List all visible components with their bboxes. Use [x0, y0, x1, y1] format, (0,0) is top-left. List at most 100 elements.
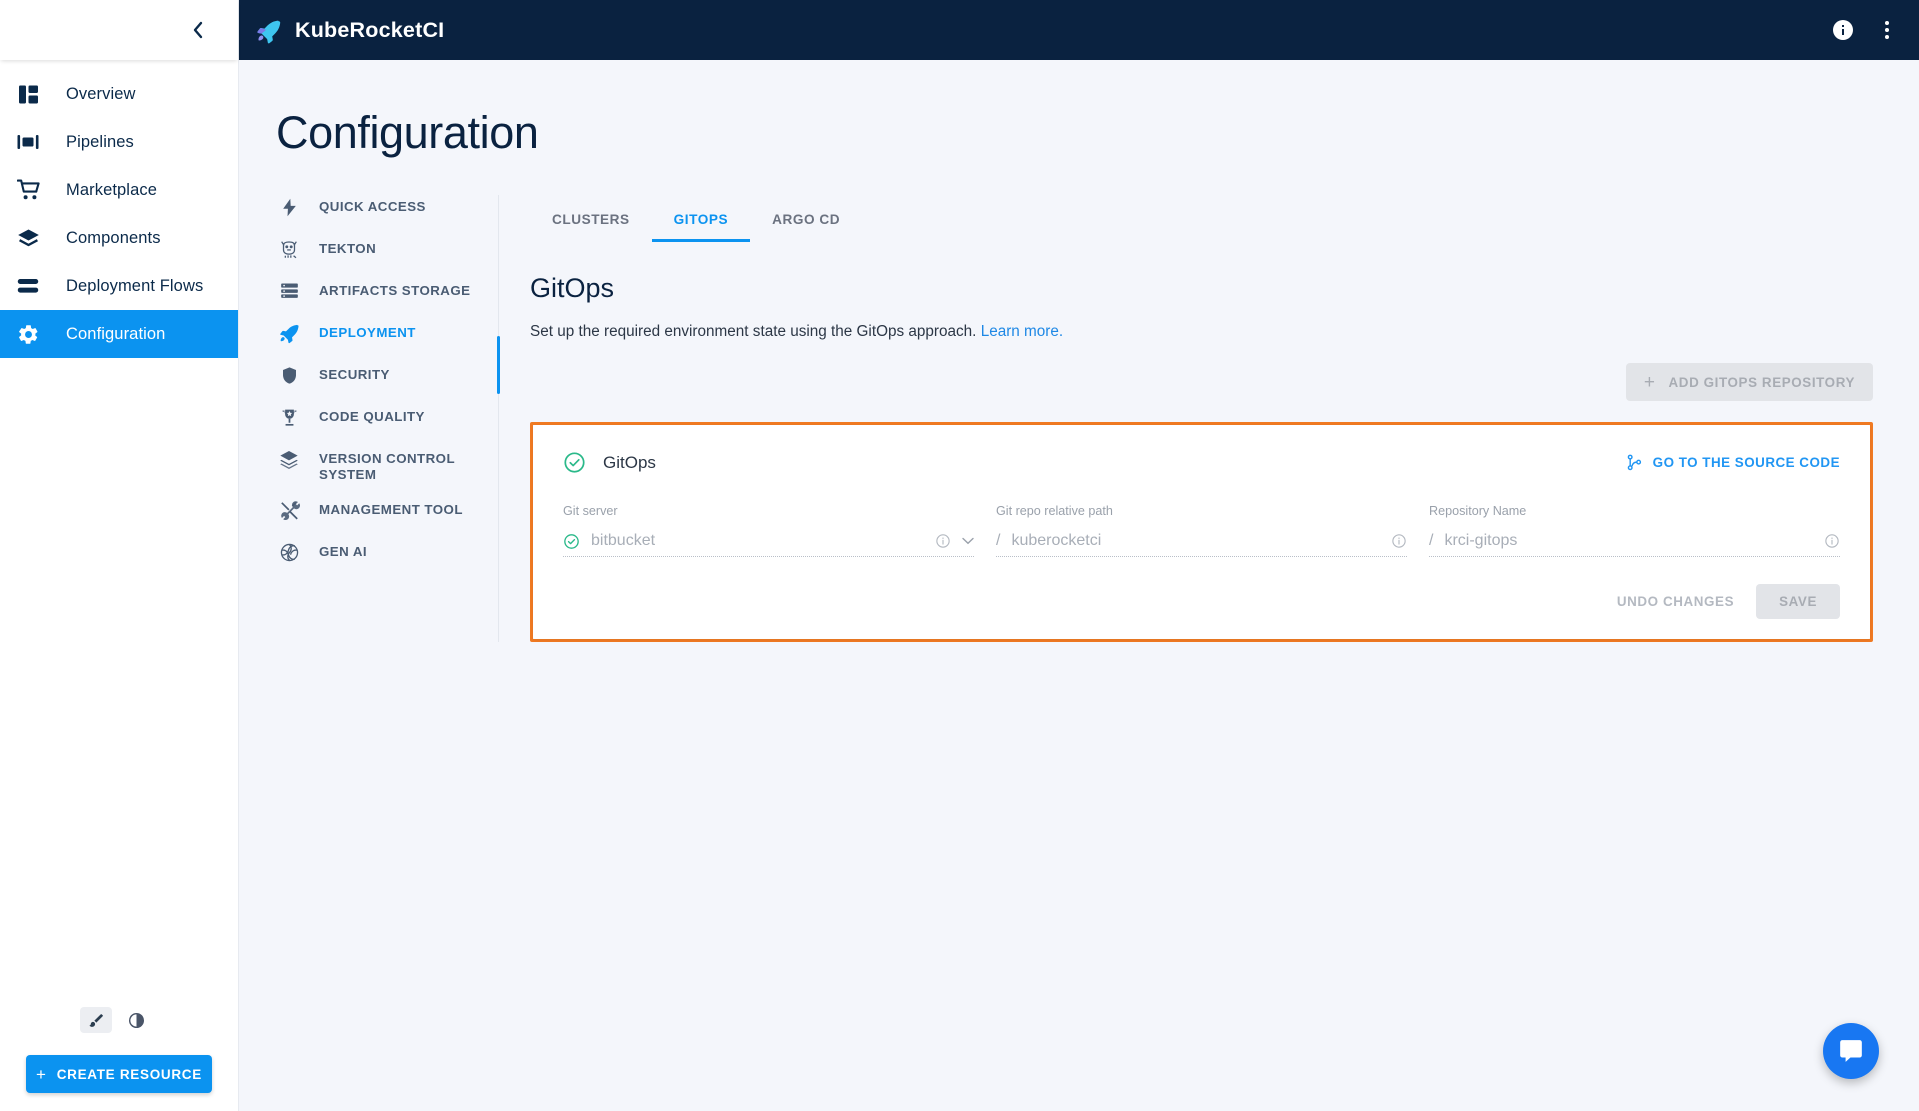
bolt-icon	[276, 195, 302, 219]
gitops-card-highlight: GitOps GO TO THE SOURCE CODE Git server …	[530, 422, 1873, 642]
secnav-item-artifacts-storage[interactable]: ARTIFACTS STORAGE	[276, 279, 482, 313]
undo-changes-button[interactable]: UNDO CHANGES	[1607, 585, 1744, 618]
tab-gitops[interactable]: GITOPS	[651, 204, 751, 242]
go-to-source-code-label: GO TO THE SOURCE CODE	[1652, 455, 1840, 470]
section-description-text: Set up the required environment state us…	[530, 323, 977, 340]
secnav-item-version-control-system[interactable]: VERSION CONTROL SYSTEM	[276, 447, 482, 482]
chevron-left-icon[interactable]	[184, 17, 210, 43]
chevron-down-icon[interactable]	[962, 537, 974, 545]
info-circle-icon[interactable]	[1824, 533, 1840, 549]
pipelines-icon	[12, 128, 44, 156]
trophy-icon	[276, 405, 302, 429]
secnav-item-label: QUICK ACCESS	[319, 199, 426, 214]
git-server-select[interactable]: bitbucket	[563, 526, 974, 557]
go-to-source-code-link[interactable]: GO TO THE SOURCE CODE	[1627, 454, 1840, 471]
sidebar-item-overview[interactable]: Overview	[0, 70, 238, 118]
gitops-card-header-actions: GO TO THE SOURCE CODE	[1627, 454, 1840, 471]
cart-icon	[12, 176, 44, 204]
tab-label: ARGO CD	[772, 212, 841, 227]
contrast-icon[interactable]	[120, 1007, 152, 1033]
gitops-card-actions: UNDO CHANGES SAVE	[563, 584, 1840, 619]
topbar-actions	[1831, 18, 1897, 42]
content-columns: QUICK ACCESS TEKTON ARTIFACTS STORAGE DE…	[239, 195, 1919, 642]
secnav-item-label: ARTIFACTS STORAGE	[319, 283, 471, 298]
secnav-item-tekton[interactable]: TEKTON	[276, 237, 482, 271]
page-title: Configuration	[276, 107, 539, 158]
sidebar-item-label: Overview	[66, 84, 136, 103]
sidebar-header	[0, 0, 238, 60]
topbar: KubeRocketCI	[239, 0, 1919, 60]
field-repository-name: Repository Name / krci-gitops	[1429, 504, 1840, 557]
plus-icon: +	[1643, 371, 1656, 393]
info-circle-icon[interactable]	[1391, 533, 1407, 549]
secnav-item-gen-ai[interactable]: GEN AI	[276, 540, 482, 574]
primary-sidebar: Overview Pipelines Marketplace Component…	[0, 0, 239, 1111]
field-label: Git server	[563, 504, 618, 518]
column-divider	[497, 195, 500, 642]
tekton-cat-icon	[276, 237, 302, 261]
field-label: Git repo relative path	[996, 504, 1113, 518]
secnav-item-quick-access[interactable]: QUICK ACCESS	[276, 195, 482, 229]
git-repo-relative-path-value: kuberocketci	[1011, 532, 1102, 549]
app-root: Overview Pipelines Marketplace Component…	[0, 0, 1919, 1111]
chat-fab-button[interactable]	[1823, 1023, 1879, 1079]
sidebar-item-label: Deployment Flows	[66, 276, 204, 295]
info-circle-icon[interactable]	[935, 533, 951, 549]
dashboard-icon	[12, 80, 44, 108]
path-prefix: /	[996, 532, 1001, 549]
info-circle-icon[interactable]	[1831, 18, 1855, 42]
secnav-item-code-quality[interactable]: CODE QUALITY	[276, 405, 482, 439]
secnav-item-deployment[interactable]: DEPLOYMENT	[276, 321, 482, 355]
sidebar-nav: Overview Pipelines Marketplace Component…	[0, 60, 238, 1007]
layers-icon	[12, 224, 44, 252]
sidebar-item-label: Components	[66, 228, 161, 247]
gitops-card-fields: Git server bitbucket Git repo relative p…	[563, 504, 1840, 557]
git-branch-icon	[1627, 454, 1642, 471]
brush-icon[interactable]	[80, 1007, 112, 1033]
sidebar-item-components[interactable]: Components	[0, 214, 238, 262]
repository-name-input[interactable]: / krci-gitops	[1429, 526, 1840, 557]
sidebar-item-label: Marketplace	[66, 180, 157, 199]
git-server-value: bitbucket	[591, 532, 656, 549]
tab-argo-cd[interactable]: ARGO CD	[750, 204, 862, 242]
more-vertical-icon[interactable]	[1877, 18, 1897, 42]
active-section-marker	[497, 336, 500, 394]
gitops-card-title-group: GitOps	[563, 451, 656, 474]
sidebar-item-label: Pipelines	[66, 132, 134, 151]
secnav-item-management-tool[interactable]: MANAGEMENT TOOL	[276, 498, 482, 532]
storage-icon	[276, 279, 302, 303]
gitops-card-title: GitOps	[603, 452, 656, 472]
create-resource-label: CREATE RESOURCE	[56, 1066, 202, 1082]
sidebar-footer: + CREATE RESOURCE	[0, 1007, 238, 1111]
section-title: GitOps	[530, 273, 615, 303]
gitops-card-header: GitOps GO TO THE SOURCE CODE	[563, 451, 1840, 474]
plus-icon: +	[36, 1064, 47, 1084]
tab-clusters[interactable]: CLUSTERS	[530, 204, 652, 242]
git-repo-relative-path-input[interactable]: / kuberocketci	[996, 526, 1407, 557]
tab-label: CLUSTERS	[552, 212, 630, 227]
tab-bar: CLUSTERS GITOPS ARGO CD	[530, 195, 1873, 242]
sidebar-item-marketplace[interactable]: Marketplace	[0, 166, 238, 214]
add-gitops-repository-button[interactable]: + ADD GITOPS REPOSITORY	[1625, 363, 1873, 401]
secnav-item-security[interactable]: SECURITY	[276, 363, 482, 397]
page-content: Configuration QUICK ACCESS TEKTON ARTIFA…	[239, 60, 1919, 1111]
gitops-card: GitOps GO TO THE SOURCE CODE Git server …	[533, 425, 1870, 639]
rocket-icon	[276, 321, 302, 345]
action-row: + ADD GITOPS REPOSITORY	[530, 363, 1873, 401]
sidebar-item-pipelines[interactable]: Pipelines	[0, 118, 238, 166]
field-git-server: Git server bitbucket	[563, 504, 974, 557]
learn-more-link[interactable]: Learn more.	[981, 323, 1063, 340]
brand[interactable]: KubeRocketCI	[255, 17, 444, 44]
create-resource-button[interactable]: + CREATE RESOURCE	[26, 1055, 212, 1093]
flows-icon	[12, 272, 44, 300]
tab-label: GITOPS	[673, 212, 729, 227]
path-prefix: /	[1429, 532, 1434, 549]
theme-toggle-group	[0, 1007, 238, 1033]
secnav-item-label: DEPLOYMENT	[319, 325, 416, 340]
layers-icon	[276, 447, 302, 471]
sidebar-item-deployment-flows[interactable]: Deployment Flows	[0, 262, 238, 310]
secnav-item-label: GEN AI	[319, 544, 368, 560]
sidebar-item-configuration[interactable]: Configuration	[0, 310, 238, 358]
save-button[interactable]: SAVE	[1756, 584, 1840, 619]
chat-icon	[1838, 1038, 1864, 1064]
